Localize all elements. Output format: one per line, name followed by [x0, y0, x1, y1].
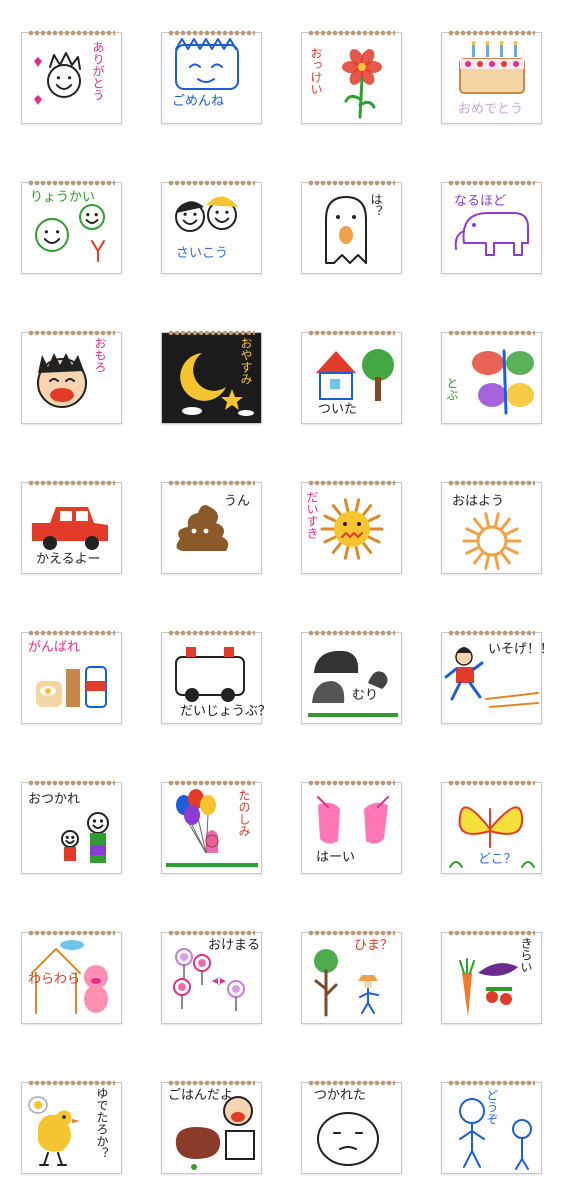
sticker-card-omedetou[interactable]: おめでとう: [441, 29, 542, 124]
sticker-card-arigatou[interactable]: ありがとう: [21, 29, 122, 124]
sticker-card-naruhodo[interactable]: なるほど: [441, 179, 542, 274]
sticker-card-haai[interactable]: はーい: [301, 779, 402, 874]
sticker-card-tsuita[interactable]: ついた: [301, 329, 402, 424]
sticker-caption: ひま？: [354, 938, 394, 953]
ghost-face-icon: [325, 196, 367, 264]
sticker-card-yudetaroka[interactable]: ゆでたろか？: [21, 1079, 122, 1174]
sticker-card-oyasumi[interactable]: おやすみ: [161, 329, 262, 424]
sticker-card-ohayou[interactable]: おはよう: [441, 479, 542, 574]
sticker-caption: わらわら: [28, 972, 81, 987]
sticker-card-okemaru[interactable]: おけまる: [161, 929, 262, 1024]
sticker-card-ha[interactable]: は？: [301, 179, 402, 274]
sticker-caption: だいすき: [305, 491, 319, 539]
sticker-caption: がんばれ: [28, 640, 81, 655]
sticker-caption: だいじょうぶ？: [180, 704, 272, 719]
sticker-card-ganbare[interactable]: がんばれ: [21, 629, 122, 724]
sticker-caption: きらい: [519, 937, 533, 973]
sticker-card-un[interactable]: うん: [161, 479, 262, 574]
sticker-card-gohandayo[interactable]: ごはんだよ: [161, 1079, 262, 1174]
sticker-caption: りょうかい: [30, 190, 96, 205]
sticker-card-gomennne[interactable]: ごめんね: [161, 29, 262, 124]
sticker-caption: はーい: [316, 850, 356, 865]
sticker-caption: おやすみ: [239, 337, 253, 385]
sticker-caption: うん: [224, 494, 251, 509]
sticker-grid: ありがとうごめんね おっけいおめでとうりょうかいさいこう は？ なるほどおもろ おやすみ…: [0, 0, 562, 1200]
sticker-caption: おつかれ: [28, 792, 81, 807]
sticker-card-warawara[interactable]: わらわら: [21, 929, 122, 1024]
crying-face-icon: [175, 38, 239, 90]
sticker-card-ryoukai[interactable]: りょうかい: [21, 179, 122, 274]
sticker-caption: どこ？: [478, 852, 517, 867]
sticker-card-saikou[interactable]: さいこう: [161, 179, 262, 274]
sticker-caption: ごめんね: [172, 94, 225, 109]
sticker-caption: ゆでたろか？: [95, 1087, 109, 1159]
sticker-caption: ありがとう: [91, 41, 105, 101]
sticker-card-hima[interactable]: ひま？: [301, 929, 402, 1024]
sticker-card-daijoubu[interactable]: だいじょうぶ？: [161, 629, 271, 724]
sticker-card-otsukare[interactable]: おつかれ: [21, 779, 122, 874]
sticker-caption: おっけい: [309, 47, 323, 95]
sticker-card-doko[interactable]: どこ？: [441, 779, 542, 874]
sticker-caption: おもろ: [93, 337, 107, 373]
sticker-card-doudesu[interactable]: どうぞ: [441, 1079, 542, 1174]
sticker-caption: おめでとう: [458, 102, 524, 117]
rocks-icon: [308, 650, 398, 717]
sticker-card-tanoshimi[interactable]: たのしみ: [161, 779, 262, 874]
sticker-card-kaeruyo[interactable]: かえるよー: [21, 479, 122, 574]
sticker-card-isoge[interactable]: いそげ！！: [441, 629, 553, 724]
sticker-caption: ごはんだよ: [168, 1088, 234, 1103]
sticker-caption: むり: [352, 688, 379, 703]
sticker-caption: かえるよー: [36, 552, 101, 567]
sticker-card-daisuki[interactable]: だいすき: [301, 479, 402, 574]
sticker-caption: おけまる: [208, 938, 261, 953]
sticker-card-omoro[interactable]: おもろ: [21, 329, 122, 424]
sticker-card-muri[interactable]: むり: [301, 629, 402, 724]
sticker-caption: さいこう: [176, 246, 229, 261]
sticker-caption: なるほど: [454, 194, 507, 209]
sticker-caption: たのしみ: [237, 789, 251, 837]
sticker-caption: とぶ: [445, 377, 459, 401]
sticker-card-okkei[interactable]: おっけい: [301, 29, 402, 124]
sticker-card-tobu[interactable]: とぶ: [441, 329, 542, 424]
smiling-face-icon: [34, 52, 81, 105]
sticker-caption: は？: [369, 193, 383, 217]
sticker-caption: つかれた: [314, 1088, 367, 1103]
sticker-caption: どうぞ: [485, 1089, 499, 1125]
sticker-caption: いそげ！！: [488, 642, 554, 657]
sticker-caption: ついた: [318, 402, 358, 417]
laughing-face-icon: [37, 353, 87, 408]
sticker-caption: おはよう: [452, 494, 505, 509]
sticker-card-tsukareta[interactable]: つかれた: [301, 1079, 402, 1174]
sticker-card-kirai[interactable]: きらい: [441, 929, 542, 1024]
two-faces-icon: [175, 196, 238, 232]
